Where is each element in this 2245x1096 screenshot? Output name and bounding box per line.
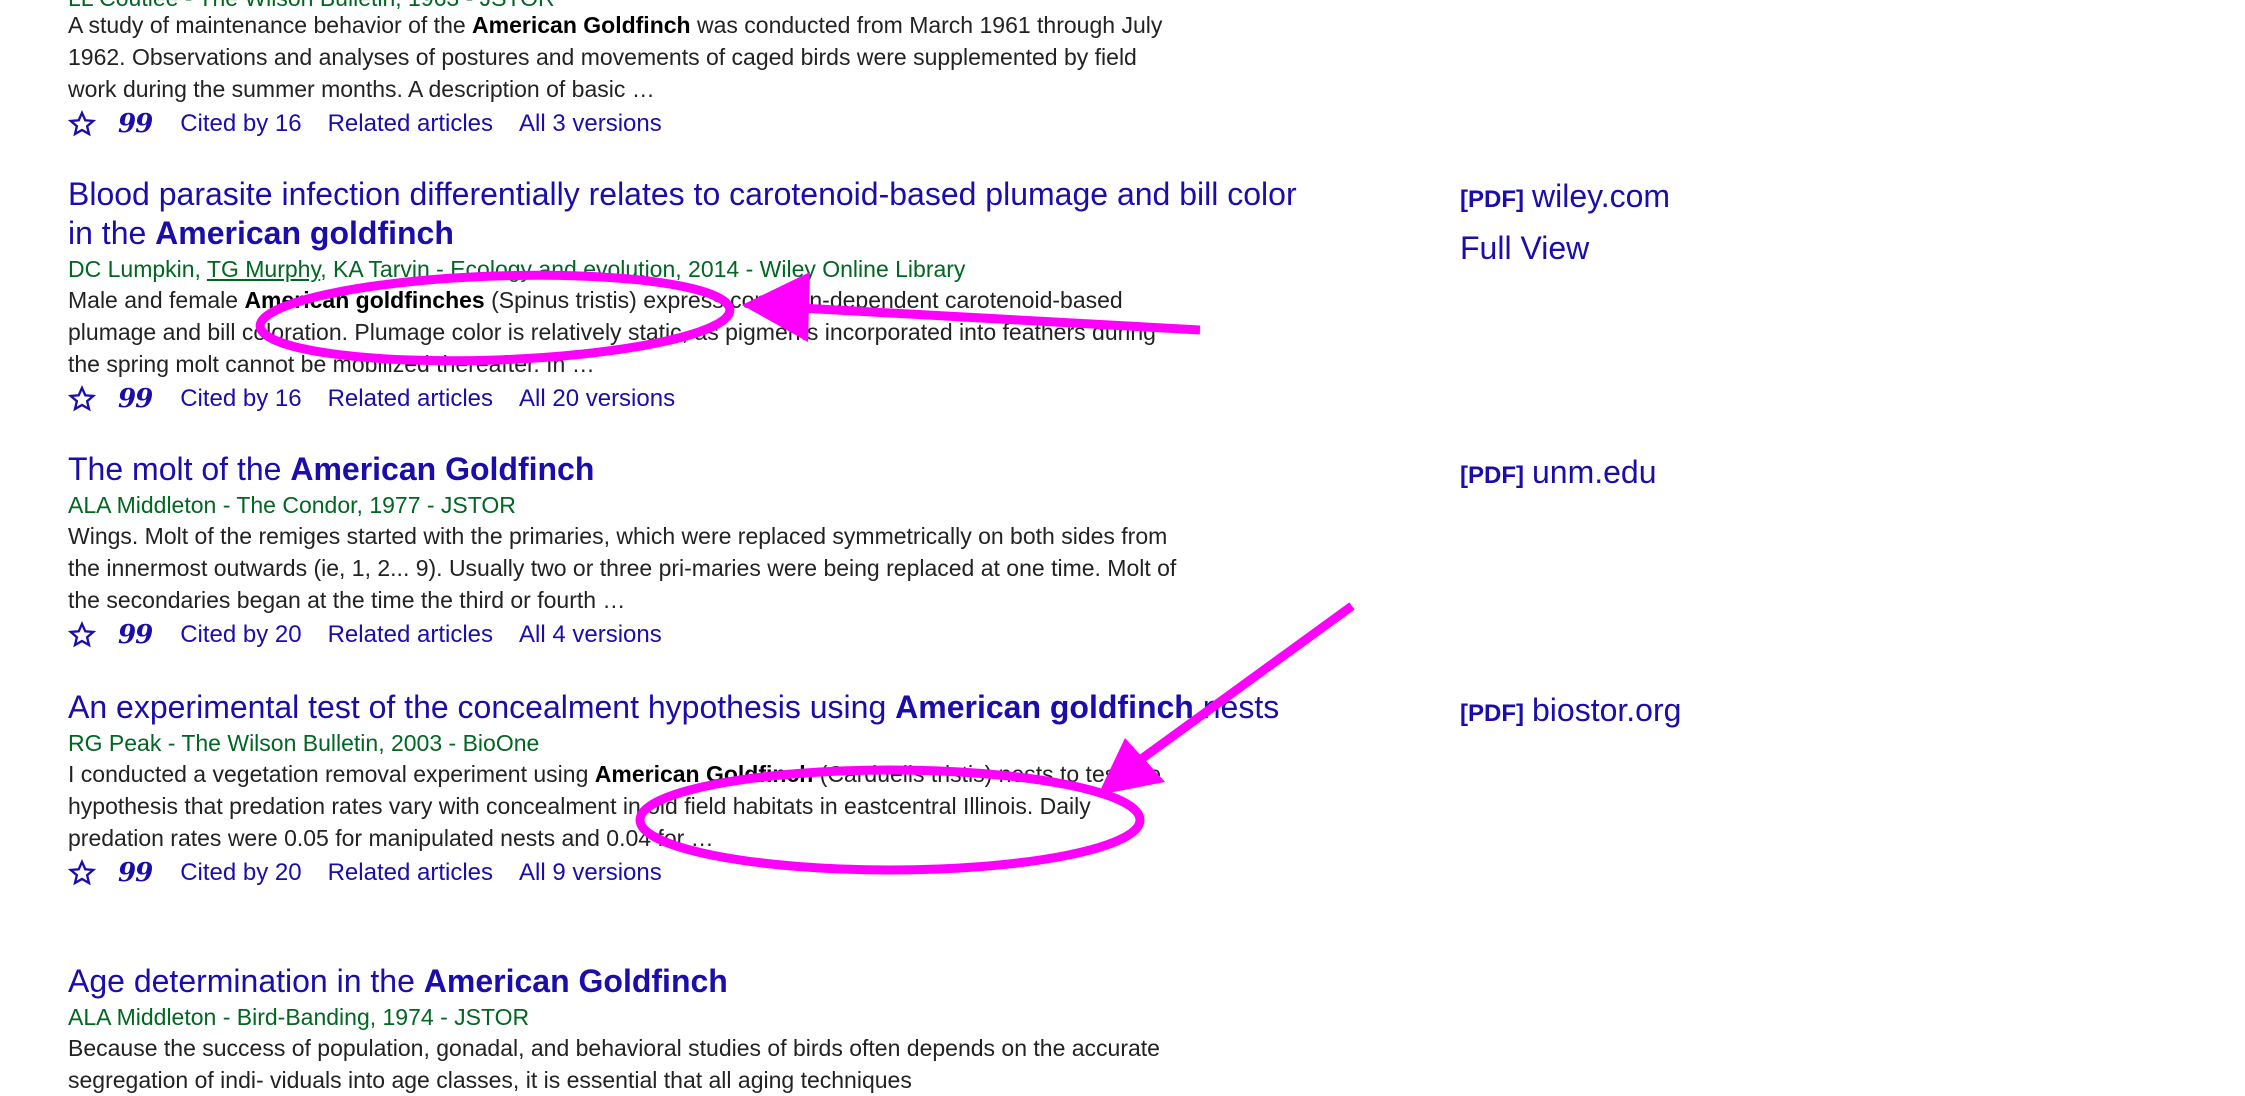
result-links: 99 Cited by 16 Related articles All 3 ve… xyxy=(68,107,1328,141)
related-articles-link[interactable]: Related articles xyxy=(328,856,493,890)
source-link[interactable]: wiley.com xyxy=(1532,178,1670,214)
pdf-tag[interactable]: [PDF] xyxy=(1460,462,1524,489)
result-snippet: Because the success of population, gonad… xyxy=(68,1035,1160,1093)
cited-by-link[interactable]: Cited by 16 xyxy=(180,382,301,416)
snippet-highlight: American goldfinches xyxy=(244,287,485,313)
result-authors: DC Lumpkin, TG Murphy, KA Tarvin - Ecolo… xyxy=(68,254,1328,284)
result-snippet: A study of maintenance behavior of the A… xyxy=(68,9,1188,105)
full-view-link[interactable]: Full View xyxy=(1460,224,1670,272)
result-2: Blood parasite infection differentially … xyxy=(68,175,1328,416)
source-link[interactable]: biostor.org xyxy=(1532,692,1681,728)
result-3: The molt of the American Goldfinch ALA M… xyxy=(68,450,1328,652)
result-1: LL Coutlee - The Wilson Bulletin, 1963 -… xyxy=(68,0,1328,141)
result-title-link[interactable]: Age determination in the American Goldfi… xyxy=(68,962,1328,1001)
snippet-highlight: American Goldfinch xyxy=(594,761,814,787)
pdf-link-wiley[interactable]: [PDF] wiley.com Full View xyxy=(1460,172,1670,272)
author-link[interactable]: TG Murphy xyxy=(207,256,320,282)
all-versions-link[interactable]: All 4 versions xyxy=(519,618,662,652)
all-versions-link[interactable]: All 3 versions xyxy=(519,107,662,141)
all-versions-link[interactable]: All 20 versions xyxy=(519,382,675,416)
cited-by-link[interactable]: Cited by 20 xyxy=(180,856,301,890)
result-snippet: Male and female American goldfinches (Sp… xyxy=(68,284,1188,380)
result-authors: RG Peak - The Wilson Bulletin, 2003 - Bi… xyxy=(68,730,540,756)
pdf-tag[interactable]: [PDF] xyxy=(1460,186,1524,213)
related-articles-link[interactable]: Related articles xyxy=(328,618,493,652)
result-links: 99 Cited by 20 Related articles All 4 ve… xyxy=(68,618,1328,652)
snippet-text: Male and female xyxy=(68,287,245,313)
cite-icon[interactable]: 99 xyxy=(118,382,153,416)
result-links: 99 Cited by 16 Related articles All 20 v… xyxy=(68,382,1328,416)
result-authors: ALA Middleton - Bird-Banding, 1974 - JST… xyxy=(68,1004,530,1030)
result-snippet: I conducted a vegetation removal experim… xyxy=(68,758,1188,854)
pdf-link-unm[interactable]: [PDF] unm.edu xyxy=(1460,448,1657,500)
pdf-link-biostor[interactable]: [PDF] biostor.org xyxy=(1460,686,1681,738)
cited-by-link[interactable]: Cited by 16 xyxy=(180,107,301,141)
title-text[interactable]: nests xyxy=(1194,689,1279,725)
all-versions-link[interactable]: All 9 versions xyxy=(519,856,662,890)
result-snippet: Wings. Molt of the remiges started with … xyxy=(68,523,1177,613)
result-5: Age determination in the American Goldfi… xyxy=(68,962,1328,1096)
author-text: , KA Tarvin - Ecology and evolution, 201… xyxy=(320,256,966,282)
title-highlight[interactable]: American Goldfinch xyxy=(424,963,728,999)
cite-icon[interactable]: 99 xyxy=(118,856,153,890)
author-text: DC Lumpkin, xyxy=(68,256,207,282)
result-links: 99 Cited by 20 Related articles All 9 ve… xyxy=(68,856,1328,890)
result-title-link[interactable]: The molt of the American Goldfinch xyxy=(68,450,1328,489)
title-text[interactable]: Age determination in the xyxy=(68,963,424,999)
result-title-link[interactable]: Blood parasite infection differentially … xyxy=(68,175,1328,253)
star-icon[interactable] xyxy=(68,621,96,649)
pdf-tag[interactable]: [PDF] xyxy=(1460,700,1524,727)
cite-icon[interactable]: 99 xyxy=(118,107,153,141)
source-link[interactable]: unm.edu xyxy=(1532,454,1657,490)
cite-icon[interactable]: 99 xyxy=(118,618,153,652)
snippet-text: I conducted a vegetation removal experim… xyxy=(68,761,595,787)
title-text[interactable]: An experimental test of the concealment … xyxy=(68,689,895,725)
star-icon[interactable] xyxy=(68,859,96,887)
related-articles-link[interactable]: Related articles xyxy=(328,382,493,416)
star-icon[interactable] xyxy=(68,385,96,413)
title-highlight[interactable]: American goldfinch xyxy=(155,215,454,251)
title-highlight[interactable]: American Goldfinch xyxy=(290,451,594,487)
snippet-highlight: American Goldfinch xyxy=(472,12,691,38)
title-text[interactable]: The molt of the xyxy=(68,451,290,487)
result-title-link[interactable]: An experimental test of the concealment … xyxy=(68,688,1328,727)
related-articles-link[interactable]: Related articles xyxy=(328,107,493,141)
star-icon[interactable] xyxy=(68,110,96,138)
cited-by-link[interactable]: Cited by 20 xyxy=(180,618,301,652)
result-authors: ALA Middleton - The Condor, 1977 - JSTOR xyxy=(68,492,516,518)
result-4: An experimental test of the concealment … xyxy=(68,688,1328,890)
title-highlight[interactable]: American goldfinch xyxy=(895,689,1194,725)
snippet-text: A study of maintenance behavior of the xyxy=(68,12,473,38)
